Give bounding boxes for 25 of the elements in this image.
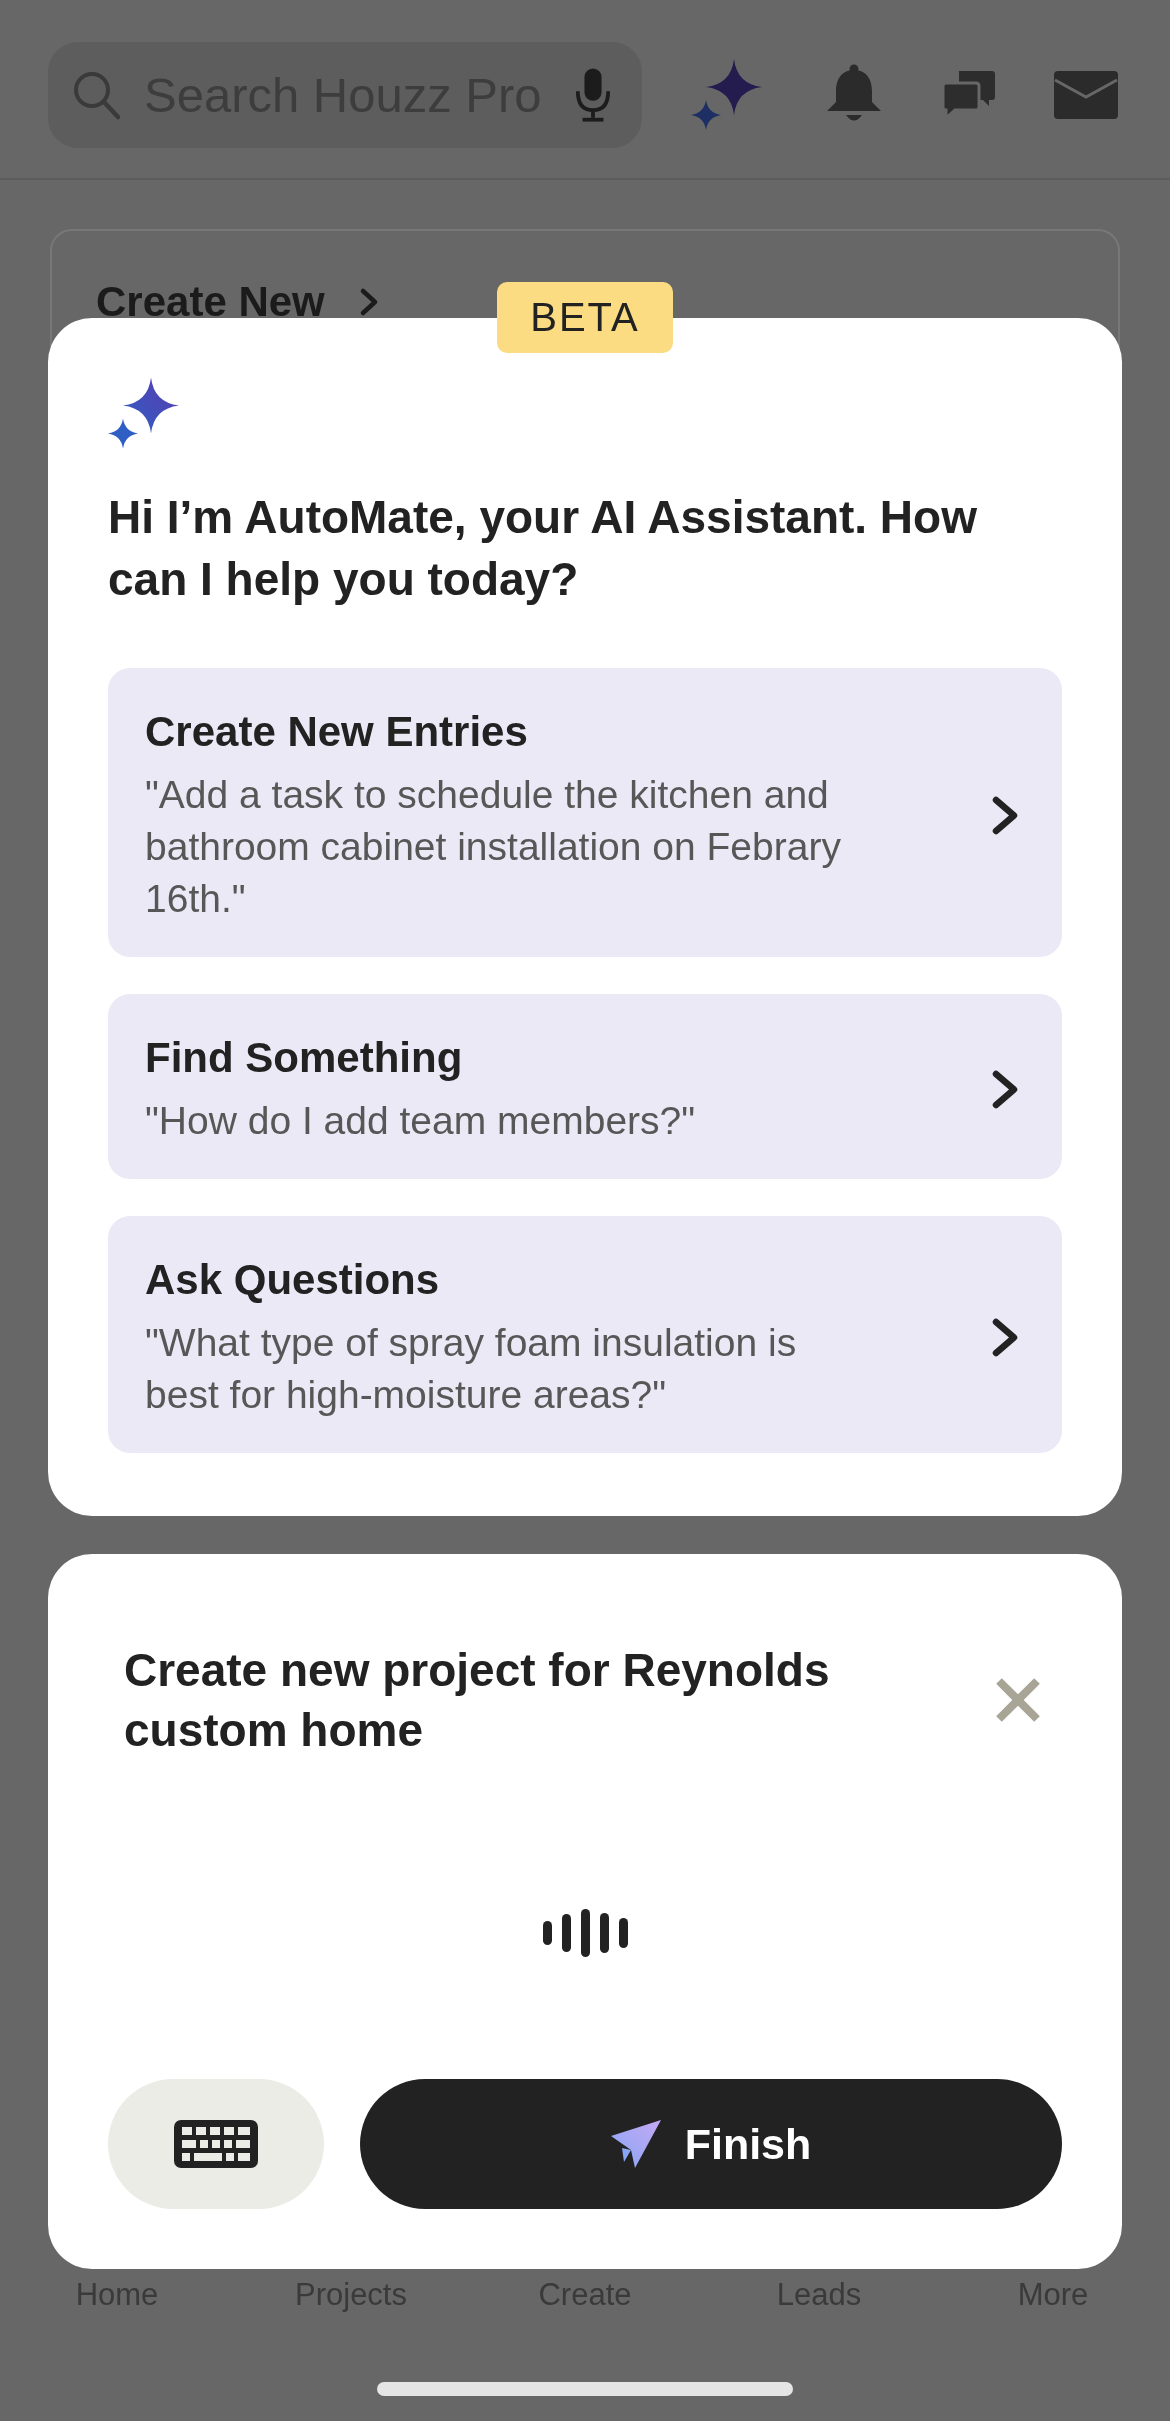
- suggestion-title: Find Something: [145, 1033, 464, 1083]
- suggestion-title: Ask Questions: [145, 1255, 441, 1305]
- transcript-text: Create new project for Reynolds custom home: [124, 1643, 831, 1758]
- suggestion-example: "Add a task to schedule the kitchen and bathroom cabinet installation on Febrary 16th.": [145, 772, 842, 922]
- paper-plane-icon: [610, 2120, 661, 2168]
- search-icon: [72, 70, 120, 120]
- chevron-icon: [990, 1068, 1020, 1111]
- close-icon[interactable]: [994, 1676, 1042, 1724]
- suggestion-title: Create New Entries: [145, 707, 529, 757]
- chevron-icon: [990, 1316, 1020, 1359]
- chevron-icon: [990, 794, 1020, 837]
- create-new-link[interactable]: Create New: [96, 282, 379, 322]
- greeting-heading: Hi I’m AutoMate, your AI Assistant. How can I help you today?: [108, 490, 978, 607]
- chevron-icon: [358, 287, 379, 317]
- sound-wave-icon: [542, 1909, 628, 1957]
- suggestion-card[interactable]: Find Something "How do I add team members?": [108, 994, 1062, 1179]
- suggestion-example: "What type of spray foam insulation is best for high-moisture areas?": [145, 1320, 798, 1418]
- envelope-icon[interactable]: [1053, 71, 1118, 119]
- microphone-icon[interactable]: [574, 68, 612, 122]
- beta-badge: BETA: [497, 282, 673, 353]
- keyboard-icon: [174, 2120, 258, 2168]
- finish-button[interactable]: Finish: [360, 2079, 1062, 2209]
- suggestion-card[interactable]: Create New Entries "Add a task to schedule the kitchen and bathroom cabinet installation on Febrary 16th.": [108, 668, 1062, 957]
- suggestion-card[interactable]: Ask Questions "What type of spray foam insulation is best for high-moisture areas?": [108, 1216, 1062, 1453]
- suggestion-example: "How do I add team members?": [145, 1098, 696, 1144]
